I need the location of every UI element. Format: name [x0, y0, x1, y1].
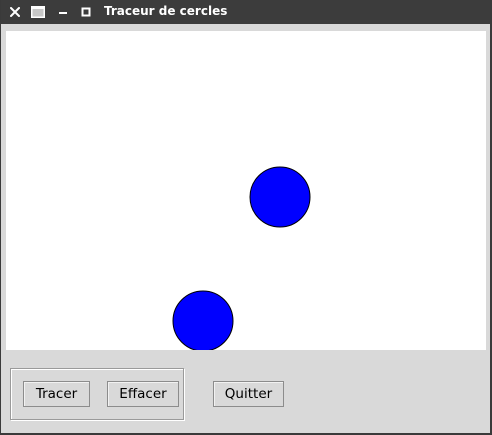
app-window: Traceur de cercles Tracer Effacer Quitte… — [0, 0, 492, 435]
maximize-icon[interactable] — [79, 5, 93, 19]
window-title: Traceur de cercles — [104, 4, 228, 18]
quitter-button[interactable]: Quitter — [213, 381, 284, 407]
close-icon[interactable] — [8, 5, 22, 19]
circle-shape — [172, 290, 234, 350]
window-menu-icon[interactable] — [31, 5, 45, 19]
drawing-canvas[interactable] — [6, 31, 486, 350]
minimize-icon[interactable] — [56, 5, 70, 19]
circle-shape — [249, 166, 311, 228]
effacer-button[interactable]: Effacer — [107, 381, 179, 407]
button-bar: Tracer Effacer Quitter — [1, 351, 490, 433]
title-bar: Traceur de cercles — [1, 0, 490, 24]
tracer-button[interactable]: Tracer — [23, 381, 90, 407]
